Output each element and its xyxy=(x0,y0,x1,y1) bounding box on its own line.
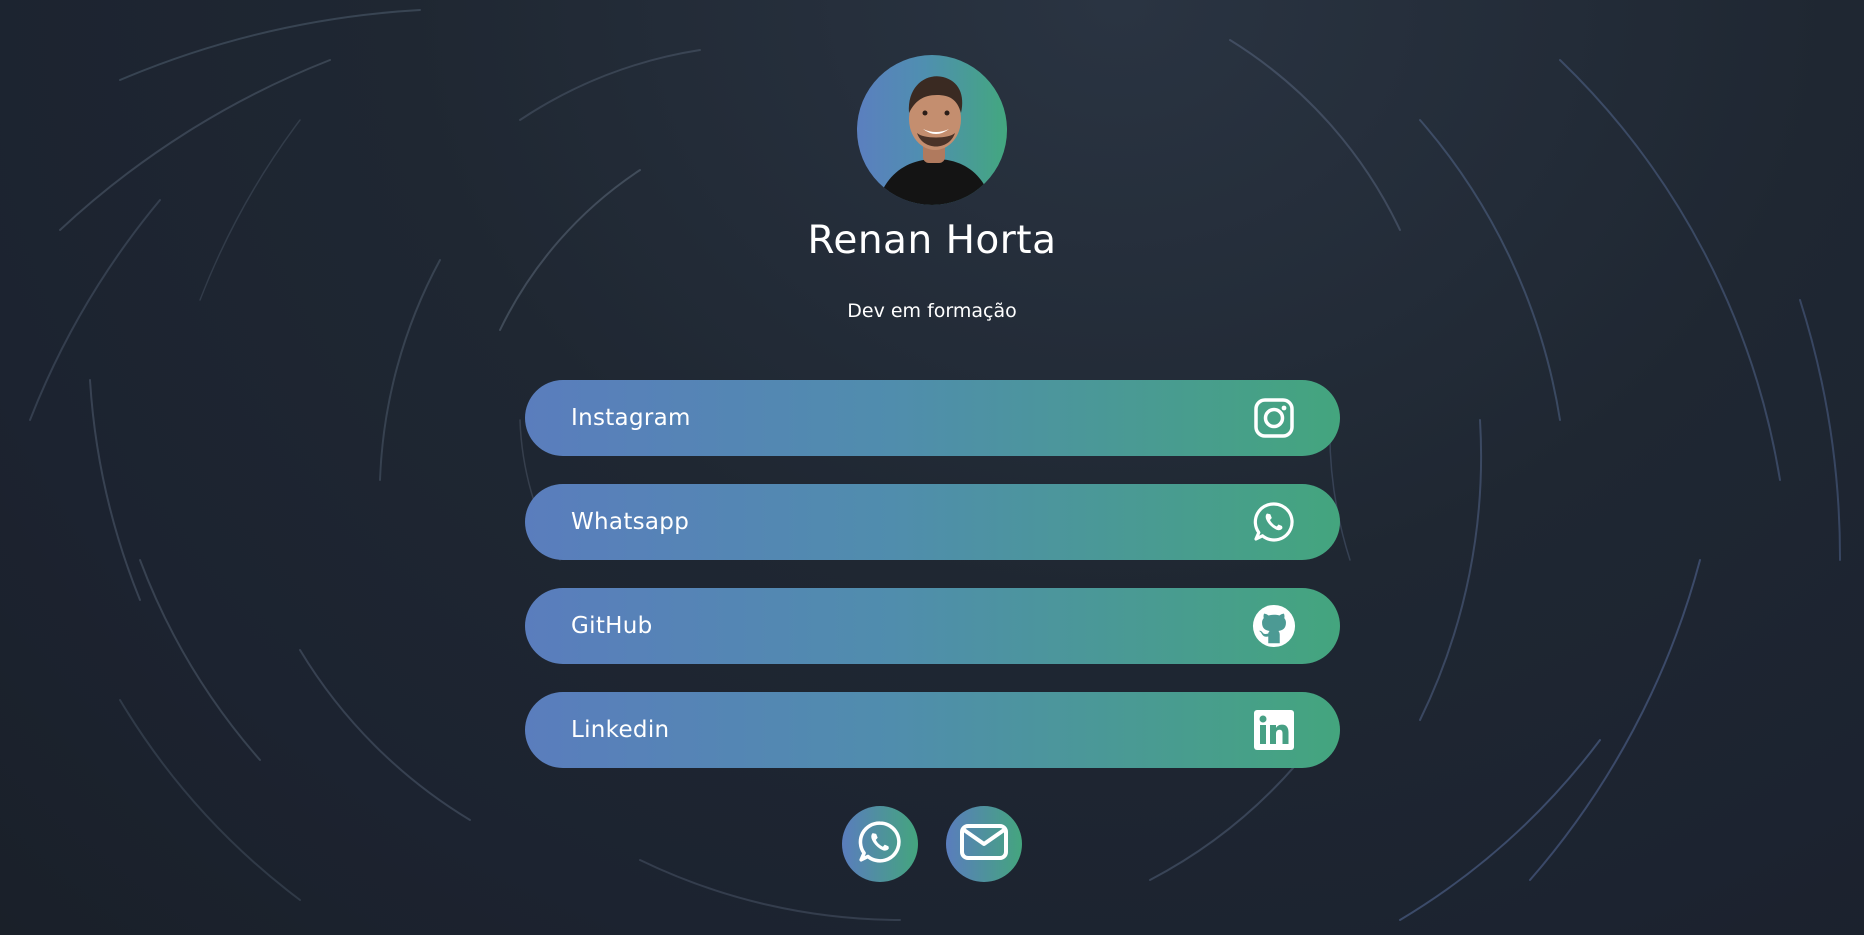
linkedin-icon xyxy=(1252,708,1296,752)
link-label: Linkedin xyxy=(571,717,670,743)
profile-name: Renan Horta xyxy=(807,218,1057,263)
email-round-button[interactable] xyxy=(946,806,1022,882)
link-label: Instagram xyxy=(571,405,691,431)
instagram-icon xyxy=(1252,396,1296,440)
github-link-button[interactable]: GitHub xyxy=(525,588,1340,664)
whatsapp-round-button[interactable] xyxy=(842,806,918,882)
whatsapp-icon xyxy=(1252,500,1296,544)
linkedin-link-button[interactable]: Linkedin xyxy=(525,692,1340,768)
whatsapp-icon xyxy=(858,820,902,868)
github-icon xyxy=(1252,604,1296,648)
profile-photo-icon xyxy=(877,76,993,205)
avatar xyxy=(857,55,1007,205)
mail-icon xyxy=(959,822,1009,866)
link-label: GitHub xyxy=(571,613,653,639)
profile-card: Renan Horta Dev em formação Instagram Wh… xyxy=(0,0,1864,935)
profile-subtitle: Dev em formação xyxy=(847,300,1017,322)
instagram-link-button[interactable]: Instagram xyxy=(525,380,1340,456)
link-label: Whatsapp xyxy=(571,509,690,535)
whatsapp-link-button[interactable]: Whatsapp xyxy=(525,484,1340,560)
